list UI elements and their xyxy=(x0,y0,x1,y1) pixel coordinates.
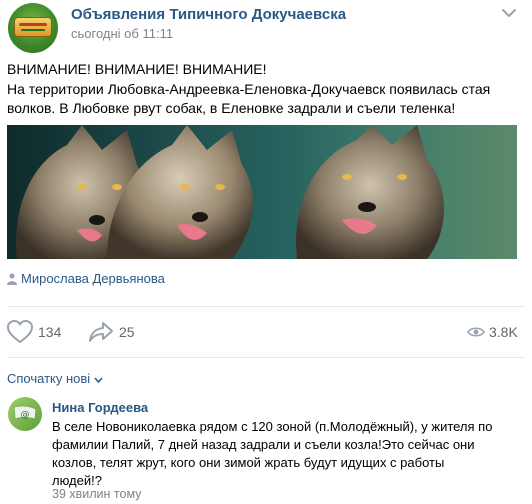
wolves-photo xyxy=(16,125,444,259)
post-timestamp[interactable]: сьогодні об 11:11 xyxy=(71,26,173,41)
comment-text-line: В селе Новониколаевка рядом с 120 зоной … xyxy=(52,419,493,434)
eye-icon xyxy=(467,327,485,337)
share-count: 25 xyxy=(119,324,135,340)
share-button[interactable]: 25 xyxy=(88,318,143,346)
share-arrow-icon xyxy=(89,322,113,342)
post-text-line: волков. В Любовке рвут собак, в Еленовке… xyxy=(7,100,456,116)
signer-name[interactable]: Мирослава Дервьянова xyxy=(21,271,165,286)
comments-sort-dropdown[interactable]: Спочатку нові xyxy=(7,371,103,386)
like-button[interactable]: 134 xyxy=(7,318,67,346)
comments-sort-label: Спочатку нові xyxy=(7,371,91,386)
comment-text-line: фамилии Палий, 7 дней назад задрали и съ… xyxy=(52,437,475,452)
avatar-image: @ xyxy=(13,405,37,420)
person-icon xyxy=(7,273,17,285)
group-avatar[interactable] xyxy=(8,3,58,53)
avatar[interactable]: @ xyxy=(8,397,42,431)
divider xyxy=(7,357,525,358)
group-name-link[interactable]: Объявления Типичного Докучаевска xyxy=(71,6,346,23)
comment-timestamp[interactable]: 39 хвилин тому xyxy=(52,487,141,501)
chevron-down-icon xyxy=(94,377,103,383)
group-logo xyxy=(14,17,52,37)
post-text-line: На территории Любовка-Андреевка-Еленовка… xyxy=(7,80,491,97)
post-header: Объявления Типичного Докучаевска сьогодн… xyxy=(0,0,532,56)
post-image[interactable] xyxy=(7,125,517,259)
heart-icon xyxy=(7,320,33,343)
divider xyxy=(7,306,525,307)
post-text-line: ВНИМАНИЕ! ВНИМАНИЕ! ВНИМАНИЕ! xyxy=(7,61,267,77)
views-count: 3.8K xyxy=(489,324,518,340)
post-text: ВНИМАНИЕ! ВНИМАНИЕ! ВНИМАНИЕ! На террито… xyxy=(7,60,527,119)
svg-text:@: @ xyxy=(21,410,30,420)
like-count: 134 xyxy=(38,324,62,340)
comment-text: В селе Новониколаевка рядом с 120 зоной … xyxy=(52,418,527,490)
chevron-down-icon[interactable] xyxy=(500,6,518,20)
comment-text-line: козлов, телят жрут, кого они зимой жрать… xyxy=(52,455,445,470)
views-counter: 3.8K xyxy=(467,318,527,346)
comment-author[interactable]: Нина Гордеева xyxy=(52,400,148,415)
